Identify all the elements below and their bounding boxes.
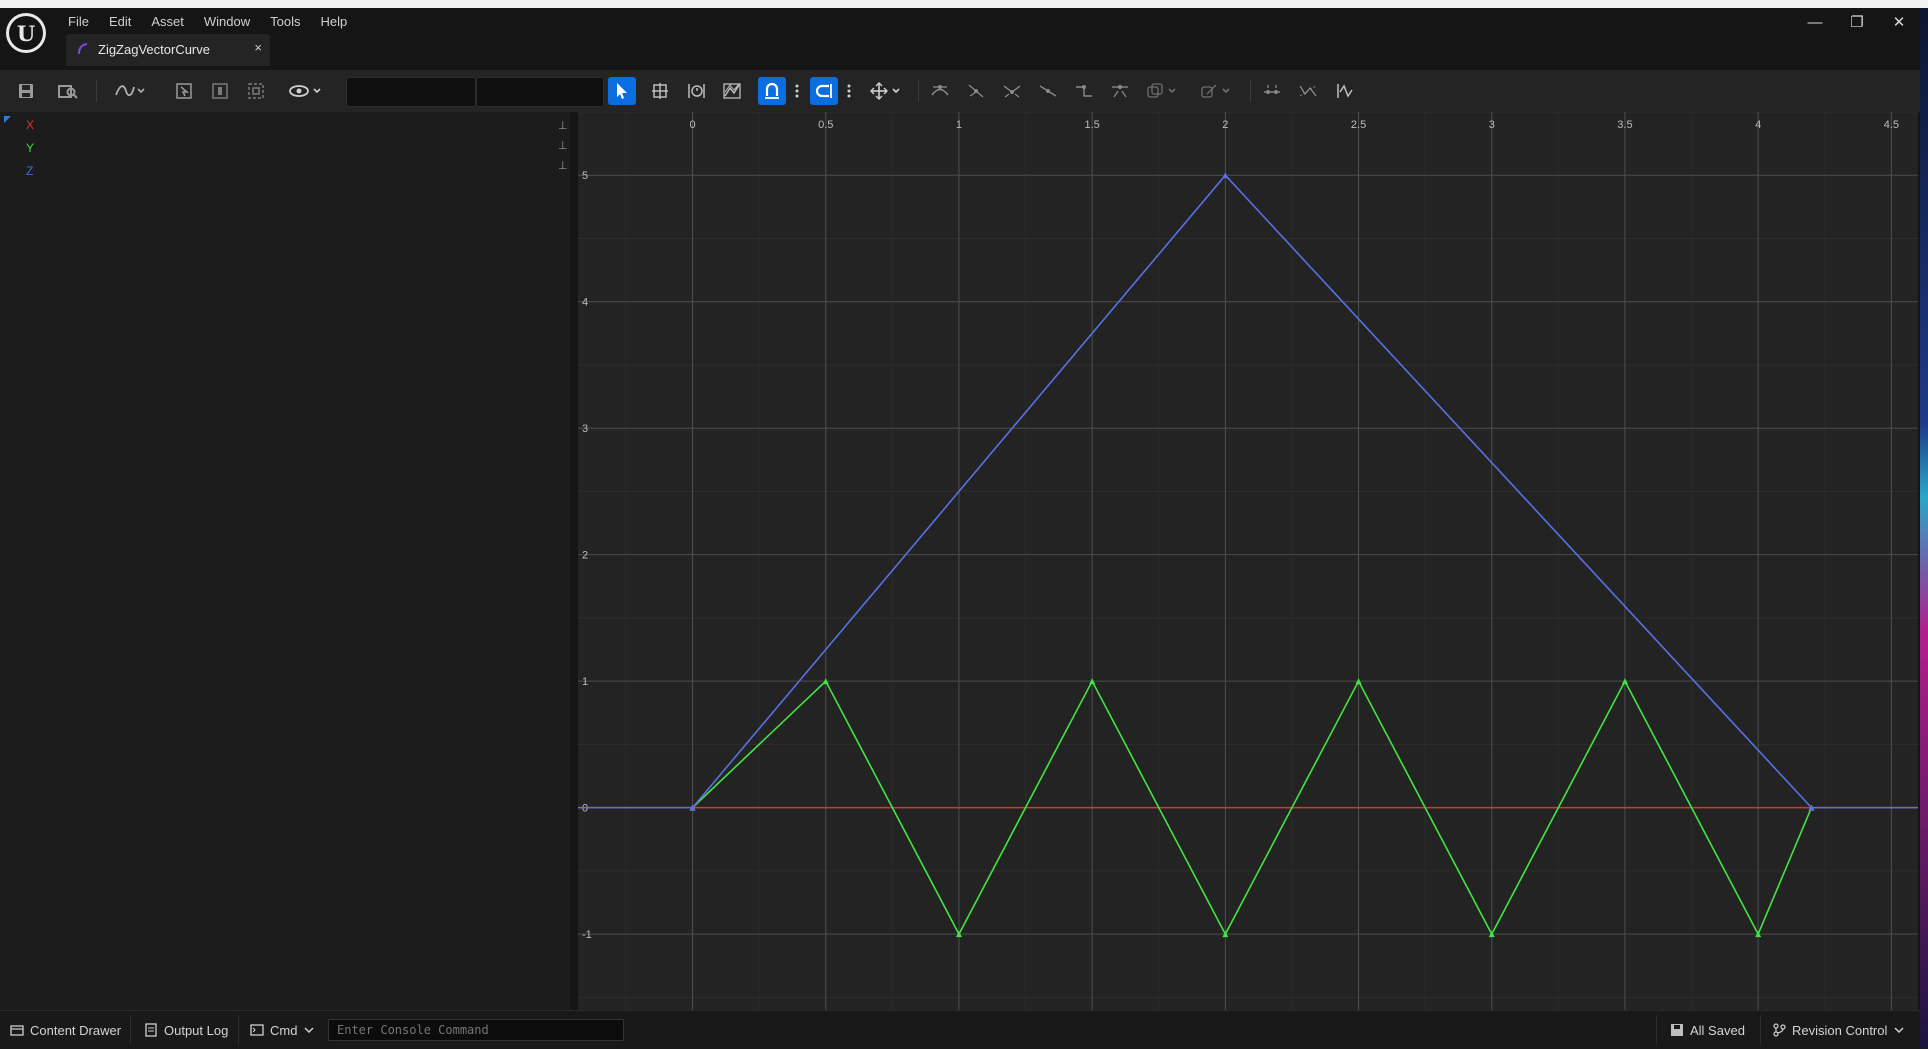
y-tick-label: 0 xyxy=(582,803,588,815)
y-tick-label: 3 xyxy=(582,423,588,435)
status-bar: Content Drawer Output Log Cmd All Saved … xyxy=(0,1010,1920,1049)
pin-y-icon[interactable]: ⊥ xyxy=(558,140,568,152)
key-value-field[interactable] xyxy=(476,77,604,107)
frame-selection-icon[interactable] xyxy=(170,77,198,105)
multi-scale-tool-icon[interactable] xyxy=(718,77,746,105)
y-tick-label: -1 xyxy=(582,929,592,941)
x-tick-label: 0.5 xyxy=(818,119,833,131)
x-tick-label: 0 xyxy=(689,119,695,131)
transform-tool-icon[interactable] xyxy=(646,77,674,105)
revision-control-button[interactable]: Revision Control xyxy=(1772,1019,1905,1041)
y-tick-label: 4 xyxy=(582,297,588,309)
linear-tangent-icon[interactable] xyxy=(1034,77,1062,105)
x-tick-label: 4.5 xyxy=(1884,119,1899,131)
menu-item-edit[interactable]: Edit xyxy=(99,11,141,33)
retime-tool-icon[interactable] xyxy=(682,77,710,105)
y-tick-label: 2 xyxy=(582,550,588,562)
desktop-top-strip xyxy=(0,0,1928,8)
x-tick-label: 2 xyxy=(1222,119,1228,131)
curve-asset-icon xyxy=(78,43,88,55)
menu-item-file[interactable]: File xyxy=(58,11,99,33)
post-infinity-dropdown[interactable] xyxy=(1196,77,1236,105)
all-saved-label: All Saved xyxy=(1690,1022,1745,1038)
browse-asset-icon[interactable] xyxy=(54,77,82,105)
menu-item-tools[interactable]: Tools xyxy=(260,11,310,33)
menu-item-window[interactable]: Window xyxy=(194,11,260,33)
curve-options-dropdown[interactable] xyxy=(110,77,150,105)
curve-editor-toolbar xyxy=(0,70,1920,112)
curve-extrapolation-dropdown[interactable] xyxy=(1142,77,1182,105)
view-options-dropdown[interactable] xyxy=(286,77,326,105)
title-bar: U File Edit Asset Window Tools Help ZigZagVec… xyxy=(0,8,1920,70)
all-saved-button[interactable]: All Saved xyxy=(1670,1019,1745,1041)
minimize-button[interactable]: — xyxy=(1796,12,1834,34)
menu-item-help[interactable]: Help xyxy=(310,11,357,33)
frame-vertical-icon[interactable] xyxy=(206,77,234,105)
tree-item-x[interactable]: X xyxy=(26,118,34,132)
pin-x-icon[interactable]: ⊥ xyxy=(558,120,568,132)
cmd-label: Cmd xyxy=(270,1022,298,1038)
cmd-dropdown[interactable]: Cmd xyxy=(250,1019,315,1041)
asset-tab-label: ZigZagVectorCurve xyxy=(98,42,210,57)
desktop-background-edge xyxy=(1920,8,1928,1048)
chevron-down-icon xyxy=(1894,1027,1904,1034)
x-tick-label: 3 xyxy=(1489,119,1495,131)
x-tick-label: 1 xyxy=(956,119,962,131)
auto-tangent-icon[interactable] xyxy=(926,77,954,105)
snap-time-options-icon[interactable] xyxy=(790,77,804,105)
restore-button[interactable]: ❐ xyxy=(1838,12,1876,34)
pin-z-icon[interactable]: ⊥ xyxy=(558,160,568,172)
save-status-icon xyxy=(1671,1024,1683,1036)
chevron-down-icon xyxy=(304,1027,314,1034)
y-tick-label: 5 xyxy=(582,170,588,182)
output-log-label: Output Log xyxy=(164,1022,229,1038)
key-time-field[interactable] xyxy=(346,77,476,107)
snap-value-button[interactable] xyxy=(810,77,838,105)
snap-time-button[interactable] xyxy=(758,77,786,105)
tab-close-icon[interactable]: × xyxy=(254,40,262,55)
break-tangent-icon[interactable] xyxy=(998,77,1026,105)
constant-tangent-icon[interactable] xyxy=(1070,77,1098,105)
flatten-keys-icon[interactable] xyxy=(1258,77,1286,105)
select-tool-button[interactable] xyxy=(608,77,636,105)
close-window-button[interactable]: ✕ xyxy=(1880,12,1918,34)
menu-bar: File Edit Asset Window Tools Help xyxy=(58,11,357,33)
snap-value-options-icon[interactable] xyxy=(842,77,856,105)
branch-icon xyxy=(1773,1023,1786,1037)
tree-selection-marker xyxy=(4,116,11,123)
content-drawer-icon xyxy=(10,1025,24,1036)
tree-item-z[interactable]: Z xyxy=(26,164,33,178)
x-tick-label: 4 xyxy=(1755,119,1761,131)
user-tangent-icon[interactable] xyxy=(962,77,990,105)
key-reduction-icon[interactable] xyxy=(1330,77,1358,105)
unreal-logo-icon[interactable]: U xyxy=(6,13,46,53)
x-tick-label: 3.5 xyxy=(1617,119,1632,131)
content-drawer-label: Content Drawer xyxy=(30,1022,122,1038)
asset-tab[interactable]: ZigZagVectorCurve × xyxy=(66,34,270,66)
x-tick-label: 1.5 xyxy=(1085,119,1100,131)
x-tick-label: 2.5 xyxy=(1351,119,1366,131)
curve-tree-panel: XYZ ⊥ ⊥ ⊥ xyxy=(0,112,570,1010)
tree-item-y[interactable]: Y xyxy=(26,141,34,155)
output-log-button[interactable]: Output Log xyxy=(144,1019,228,1041)
y-tick-label: 1 xyxy=(582,676,588,688)
flatten-tangent-icon[interactable] xyxy=(1106,77,1134,105)
revision-control-label: Revision Control xyxy=(1792,1022,1888,1038)
save-icon[interactable] xyxy=(12,77,40,105)
axis-snapping-dropdown[interactable] xyxy=(866,77,906,105)
curve-graph-svg[interactable]: 5 4 3 2 1 0 -1 0 0.5 1 1.5 2 2.5 3 3.5 4 4.5 xyxy=(578,112,1918,1010)
straighten-keys-icon[interactable] xyxy=(1294,77,1322,105)
frame-all-icon[interactable] xyxy=(242,77,270,105)
curve-graph-view[interactable]: 5 4 3 2 1 0 -1 0 0.5 1 1.5 2 2.5 3 3.5 4 4.5 xyxy=(578,112,1918,1010)
content-drawer-button[interactable]: Content Drawer xyxy=(10,1019,121,1041)
editor-window: U File Edit Asset Window Tools Help ZigZagVec… xyxy=(0,8,1920,1049)
console-icon xyxy=(250,1024,264,1036)
output-log-icon xyxy=(145,1023,157,1037)
console-command-input[interactable] xyxy=(328,1019,624,1041)
menu-item-asset[interactable]: Asset xyxy=(141,11,194,33)
